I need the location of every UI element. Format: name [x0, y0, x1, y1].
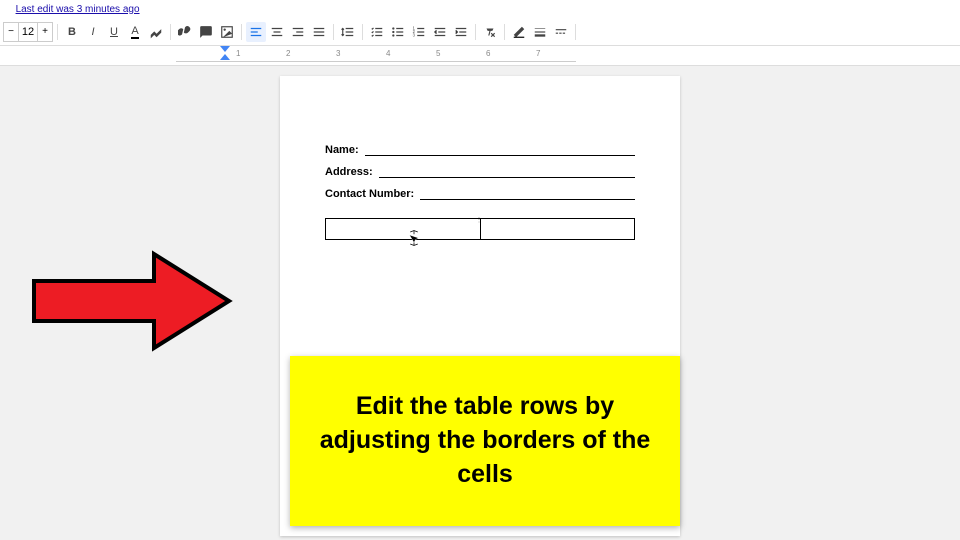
clear-formatting-button[interactable] [480, 22, 500, 42]
last-edit-link[interactable]: Last edit was 3 minutes ago [16, 4, 140, 15]
add-comment-button[interactable] [196, 22, 216, 42]
line-spacing-icon [341, 25, 355, 39]
address-line[interactable] [379, 166, 635, 178]
callout-text: Edit the table rows by adjusting the bor… [310, 390, 660, 491]
line-spacing-button[interactable] [338, 22, 358, 42]
document-canvas: Name: Address: Contact Number: ⋮ [0, 66, 960, 540]
align-left-icon [249, 25, 263, 39]
ruler-mark: 5 [436, 49, 440, 58]
name-label: Name: [325, 144, 359, 156]
numbered-list-icon: 123 [412, 25, 426, 39]
align-right-icon [291, 25, 305, 39]
separator [362, 24, 363, 40]
pen-icon [512, 25, 526, 39]
separator [475, 24, 476, 40]
separator [170, 24, 171, 40]
ruler-mark: 2 [286, 49, 290, 58]
align-center-button[interactable] [267, 22, 287, 42]
table-cell-1[interactable]: ⋮ [326, 219, 481, 239]
font-size-decrease[interactable]: − [4, 23, 18, 41]
bold-button[interactable]: B [62, 22, 82, 42]
bullet-list-icon [391, 25, 405, 39]
border-width-icon [533, 25, 547, 39]
ruler-area: 1 2 3 4 5 6 7 [0, 46, 960, 66]
align-justify-icon [312, 25, 326, 39]
numbered-list-button[interactable]: 123 [409, 22, 429, 42]
formatting-toolbar: − 12 + B I U A 123 [0, 18, 960, 46]
address-label: Address: [325, 166, 373, 178]
separator [241, 24, 242, 40]
indent-marker[interactable] [220, 46, 230, 65]
border-dash-button[interactable] [551, 22, 571, 42]
indent-icon [454, 25, 468, 39]
table-cell-2[interactable] [481, 219, 635, 239]
increase-indent-button[interactable] [451, 22, 471, 42]
instruction-callout: Edit the table rows by adjusting the bor… [290, 356, 680, 526]
ruler-mark: 3 [336, 49, 340, 58]
ruler-mark: 1 [236, 49, 240, 58]
checklist-icon [370, 25, 384, 39]
align-right-button[interactable] [288, 22, 308, 42]
highlight-button[interactable] [146, 22, 166, 42]
border-dash-icon [554, 25, 568, 39]
horizontal-ruler[interactable]: 1 2 3 4 5 6 7 [176, 46, 576, 62]
clear-format-icon [483, 25, 497, 39]
outdent-icon [433, 25, 447, 39]
border-color-button[interactable] [509, 22, 529, 42]
italic-button[interactable]: I [83, 22, 103, 42]
border-width-button[interactable] [530, 22, 550, 42]
separator [575, 24, 576, 40]
insert-image-button[interactable] [217, 22, 237, 42]
checklist-button[interactable] [367, 22, 387, 42]
form-row-name: Name: [325, 144, 635, 156]
contact-label: Contact Number: [325, 188, 414, 200]
comment-icon [199, 25, 213, 39]
align-left-button[interactable] [246, 22, 266, 42]
separator [504, 24, 505, 40]
contact-line[interactable] [420, 188, 635, 200]
font-size-increase[interactable]: + [38, 23, 52, 41]
bulleted-list-button[interactable] [388, 22, 408, 42]
align-center-icon [270, 25, 284, 39]
name-line[interactable] [365, 144, 635, 156]
editable-table[interactable]: ⋮ [325, 218, 635, 240]
highlight-icon [149, 25, 163, 39]
underline-button[interactable]: U [104, 22, 124, 42]
font-size-control: − 12 + [3, 22, 53, 42]
resize-cursor-icon [405, 229, 423, 250]
form-row-contact: Contact Number: [325, 188, 635, 200]
insert-link-button[interactable] [175, 22, 195, 42]
arrow-annotation [24, 246, 234, 361]
image-icon [220, 25, 234, 39]
separator [333, 24, 334, 40]
svg-text:3: 3 [413, 32, 416, 37]
font-size-value[interactable]: 12 [18, 23, 38, 41]
ruler-mark: 7 [536, 49, 540, 58]
form-row-address: Address: [325, 166, 635, 178]
decrease-indent-button[interactable] [430, 22, 450, 42]
align-justify-button[interactable] [309, 22, 329, 42]
separator [57, 24, 58, 40]
text-color-button[interactable]: A [125, 22, 145, 42]
ruler-mark: 6 [486, 49, 490, 58]
ruler-mark: 4 [386, 49, 390, 58]
link-icon [178, 25, 192, 39]
info-bar: Last edit was 3 minutes ago [0, 0, 960, 18]
